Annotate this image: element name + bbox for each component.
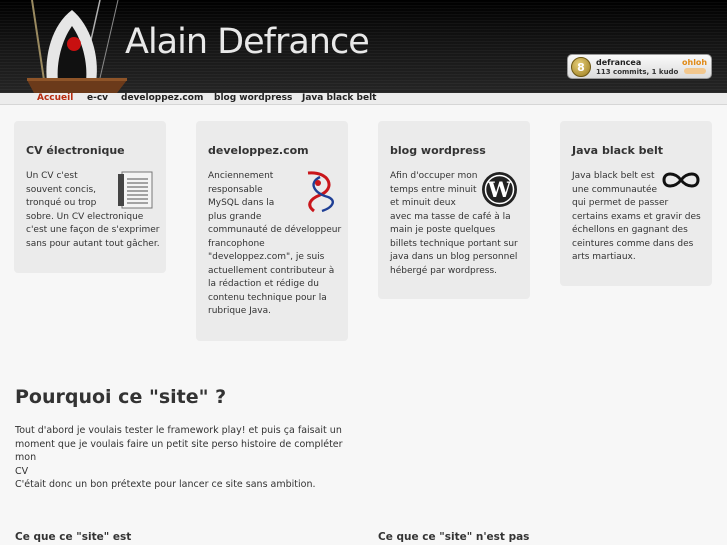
wordpress-icon: W bbox=[482, 172, 517, 207]
card-developpez: developpez.com Anciennement responsable … bbox=[196, 121, 348, 341]
ohloh-stats: 113 commits, 1 kudo bbox=[596, 68, 679, 76]
section-title: Pourquoi ce "site" ? bbox=[15, 386, 227, 408]
main-nav: Accueil e-cv developpez.com blog wordpre… bbox=[0, 93, 727, 105]
nav-item-blog-wordpress[interactable]: blog wordpress bbox=[214, 93, 292, 104]
site-header: Alain Defrance 8 defrancea 113 commits, … bbox=[0, 0, 727, 93]
card-cv: CV électronique Un CV c'est souvent conc… bbox=[14, 121, 166, 273]
svg-text:W: W bbox=[487, 177, 512, 202]
card-cv-title[interactable]: CV électronique bbox=[26, 144, 125, 157]
card-developpez-title[interactable]: developpez.com bbox=[208, 144, 309, 157]
card-wordpress: blog wordpress Afin d'occuper mon temps … bbox=[378, 121, 530, 299]
nav-item-accueil[interactable]: Accueil bbox=[37, 93, 73, 104]
ohloh-logo-mark bbox=[684, 68, 706, 74]
nav-item-developpez[interactable]: developpez.com bbox=[121, 93, 203, 104]
ohloh-username: defrancea bbox=[596, 58, 642, 67]
card-javablackbelt-title[interactable]: Java black belt bbox=[572, 144, 663, 157]
infinity-icon bbox=[662, 172, 700, 188]
ohloh-rank-badge: 8 bbox=[571, 57, 591, 77]
ohloh-badge[interactable]: 8 defrancea 113 commits, 1 kudo ohloh bbox=[567, 54, 712, 79]
document-list-icon bbox=[118, 171, 153, 209]
card-wordpress-title[interactable]: blog wordpress bbox=[390, 144, 486, 157]
section-text: Tout d'abord je voulais tester le framew… bbox=[15, 425, 343, 490]
what-site-is-not-title: Ce que ce "site" n'est pas bbox=[378, 531, 530, 543]
card-java-black-belt: Java black belt Java black belt est une … bbox=[560, 121, 712, 286]
what-site-is-title: Ce que ce "site" est bbox=[15, 531, 132, 543]
nav-item-java-black-belt[interactable]: Java black belt bbox=[302, 93, 376, 104]
duke-mascot-logo[interactable] bbox=[22, 0, 132, 93]
nav-item-e-cv[interactable]: e-cv bbox=[87, 93, 108, 104]
developpez-logo-icon bbox=[307, 171, 334, 213]
ohloh-logo: ohloh bbox=[682, 58, 708, 67]
site-title: Alain Defrance bbox=[125, 22, 370, 62]
